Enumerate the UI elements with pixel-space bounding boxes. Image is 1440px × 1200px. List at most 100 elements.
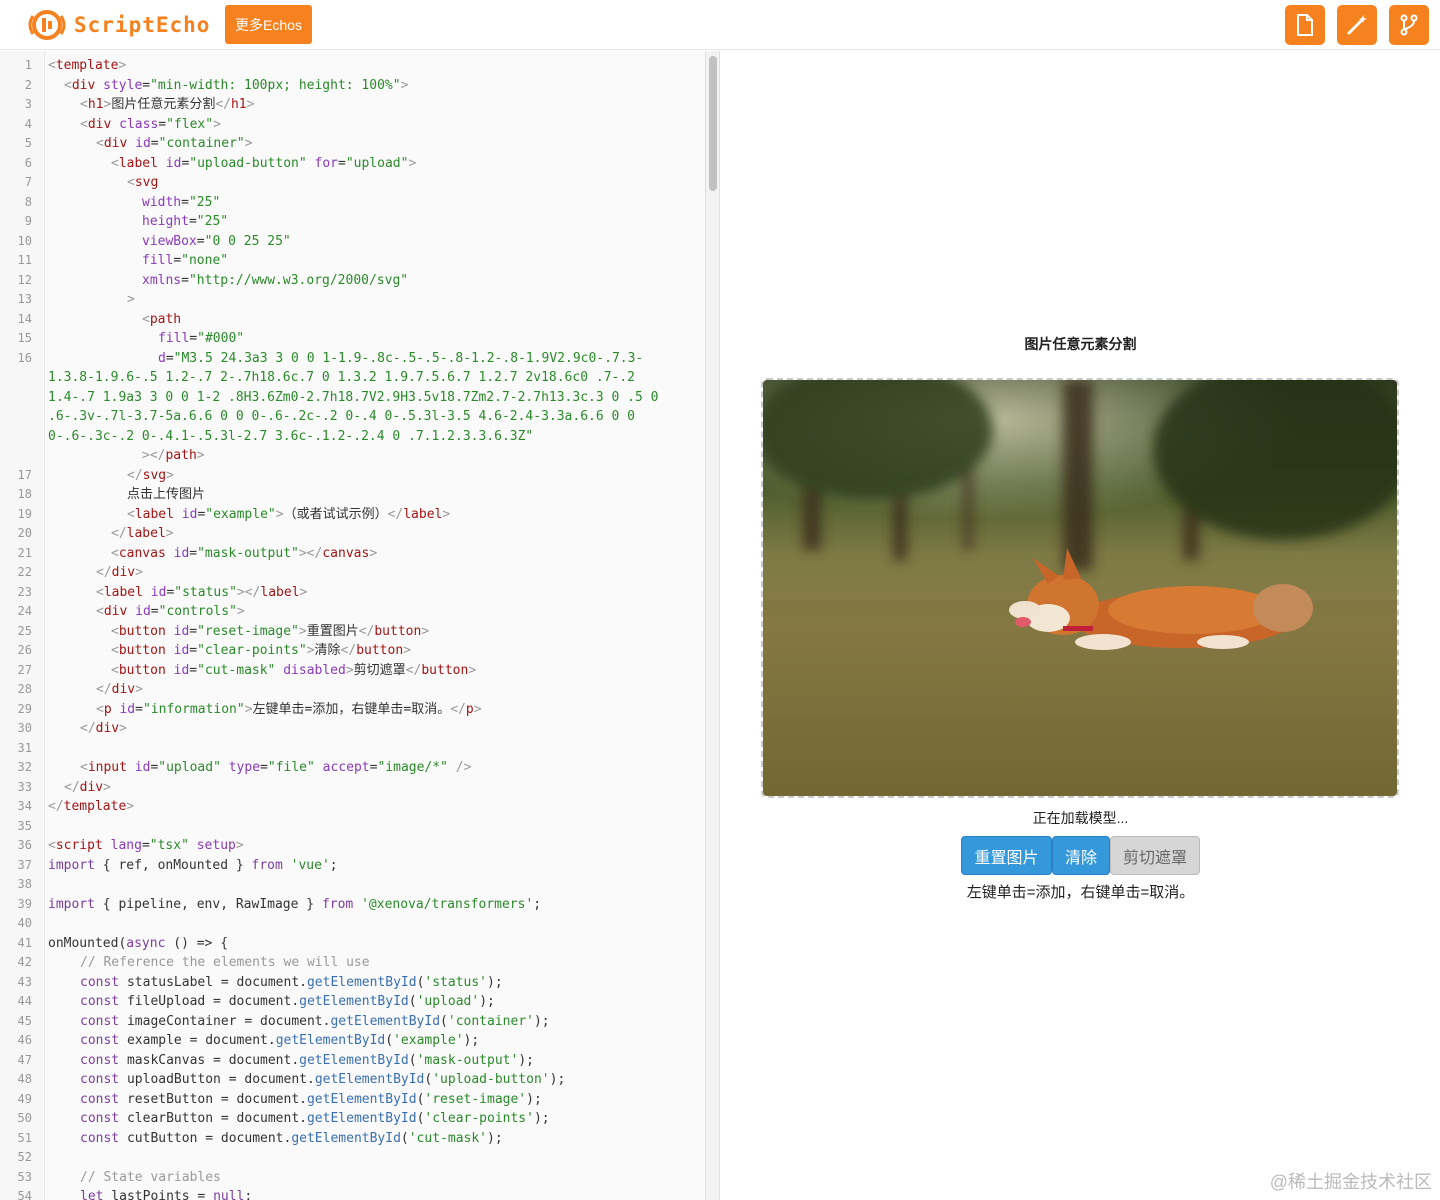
code-line: <path xyxy=(142,311,182,327)
line-number: 45 xyxy=(17,1013,32,1028)
line-number: 46 xyxy=(17,1033,32,1047)
line-number: 12 xyxy=(17,272,32,287)
image-container[interactable] xyxy=(761,378,1399,798)
line-number: 10 xyxy=(17,233,32,248)
file-button[interactable] xyxy=(1285,5,1325,45)
line-number: 51 xyxy=(17,1130,32,1145)
code-line: fill="none" xyxy=(142,253,229,268)
line-number: 35 xyxy=(17,818,32,833)
line-number: 28 xyxy=(17,682,32,696)
line-number-gutter: 1 2 3 4 5 6 7 8 9 10 11 12 13 14 15 16 17 18 19 20 21 22 23 24 2… xyxy=(0,51,44,1200)
line-number: 11 xyxy=(17,253,32,267)
line-number: 14 xyxy=(17,311,32,326)
line-number: 22 xyxy=(17,565,32,579)
line-number: 15 xyxy=(17,331,32,345)
branch-button[interactable] xyxy=(1389,5,1429,45)
line-number: 49 xyxy=(17,1091,32,1106)
line-number: 4 xyxy=(24,116,32,131)
code-line: const statusLabel = document.getElementB… xyxy=(80,974,503,990)
code-line: const fileUpload = document.getElementBy… xyxy=(80,994,495,1009)
line-number: 48 xyxy=(17,1072,32,1086)
line-number: 44 xyxy=(17,994,32,1008)
line-number: 6 xyxy=(24,155,32,170)
line-number: 1 xyxy=(24,58,32,72)
code-line: </template> xyxy=(48,799,135,814)
line-number: 34 xyxy=(17,799,32,813)
line-number: 39 xyxy=(17,896,32,911)
code-area[interactable]: <template> <div style="min-width: 100px;… xyxy=(44,51,705,1200)
line-number: 50 xyxy=(17,1111,32,1125)
code-line: </div> xyxy=(80,721,127,736)
code-line: d="M3.5 24.3a3 3 0 0 1-1.9-.8c-.5-.5-.8-… xyxy=(158,350,644,366)
code-line: import { pipeline, env, RawImage } from … xyxy=(48,896,542,912)
code-line: const imageContainer = document.getEleme… xyxy=(80,1013,550,1029)
code-line: height="25" xyxy=(142,214,229,229)
line-number: 43 xyxy=(17,974,32,989)
line-number: 38 xyxy=(17,877,32,891)
line-number: 37 xyxy=(17,857,32,872)
preview-title: 图片任意元素分割 xyxy=(1024,336,1137,352)
code-line: onMounted(async () => { xyxy=(48,935,229,951)
code-line: const example = document.getElementById(… xyxy=(80,1033,480,1048)
line-number xyxy=(0,446,32,466)
cut-mask-button[interactable]: 剪切遮罩 xyxy=(1110,836,1200,875)
line-number xyxy=(0,407,32,427)
code-editor[interactable]: 1 2 3 4 5 6 7 8 9 10 11 12 13 14 15 16 17 18 19 20 21 22 23 24 2… xyxy=(0,51,706,1200)
code-line: <h1>图片任意元素分割</h1> xyxy=(80,97,255,112)
code-line: <template> xyxy=(48,58,127,73)
top-header: ScriptEcho 更多Echos xyxy=(0,0,1440,50)
code-line: <div class="flex"> xyxy=(80,116,221,132)
code-line: 点击上传图片 xyxy=(127,487,206,502)
line-number xyxy=(0,388,32,408)
line-number: 27 xyxy=(17,662,32,677)
logo[interactable]: ScriptEcho xyxy=(28,6,210,44)
watermark: @稀土掘金技术社区 xyxy=(1269,1172,1432,1192)
logo-text: ScriptEcho xyxy=(74,13,211,37)
code-line: 1.4-.7 1.9a3 3 0 0 1-2 .8H3.6Zm0-2.7h18.… xyxy=(48,389,659,405)
editor-scrollbar-thumb[interactable] xyxy=(709,56,717,191)
line-number: 21 xyxy=(17,545,32,560)
line-number: 53 xyxy=(17,1169,32,1184)
code-line: const maskCanvas = document.getElementBy… xyxy=(80,1052,534,1068)
code-line: fill="#000" xyxy=(158,331,245,346)
corgi-photo[interactable] xyxy=(763,380,1397,796)
line-number: 32 xyxy=(17,760,32,774)
line-number xyxy=(0,427,32,447)
status-label: 正在加载模型... xyxy=(1032,810,1129,826)
reset-image-button[interactable]: 重置图片 xyxy=(961,836,1052,875)
code-line: const resetButton = document.getElementB… xyxy=(80,1091,542,1107)
code-line: <label id="status"></label> xyxy=(96,584,308,600)
code-line: <button id="clear-points">清除</button> xyxy=(111,643,411,658)
code-line: const uploadButton = document.getElement… xyxy=(80,1072,566,1087)
line-number: 5 xyxy=(24,136,32,150)
code-line: </svg> xyxy=(127,467,174,483)
line-number: 33 xyxy=(17,779,32,794)
code-line: </div> xyxy=(96,682,143,697)
code-line: <button id="cut-mask" disabled>剪切遮罩</but… xyxy=(111,662,477,678)
code-line: <script lang="tsx" setup> xyxy=(48,838,244,853)
line-number xyxy=(0,368,32,388)
magic-button[interactable] xyxy=(1337,5,1377,45)
line-number: 20 xyxy=(17,526,32,540)
more-echos-button[interactable]: 更多Echos xyxy=(225,5,312,44)
line-number: 29 xyxy=(17,701,32,716)
line-number: 23 xyxy=(17,584,32,599)
editor-scrollbar[interactable] xyxy=(706,51,720,1200)
information-text: 左键单击=添加，右键单击=取消。 xyxy=(966,884,1195,901)
code-line: <label id="upload-button" for="upload"> xyxy=(111,155,417,171)
code-line: <svg xyxy=(127,175,159,190)
line-number: 30 xyxy=(17,721,32,735)
line-number: 52 xyxy=(17,1150,32,1164)
line-number: 18 xyxy=(17,487,32,501)
code-line: 1.3.8-1.9.6-.5 1.2-.7 2-.7h18.6c.7 0 1.3… xyxy=(48,370,635,385)
code-line: </div> xyxy=(64,779,111,795)
line-number: 16 xyxy=(17,350,32,365)
code-line: </div> xyxy=(96,565,143,580)
code-line: let lastPoints = null; xyxy=(80,1189,253,1200)
line-number: 42 xyxy=(17,955,32,969)
clear-points-button[interactable]: 清除 xyxy=(1052,836,1110,875)
code-line: // Reference the elements we will use xyxy=(80,955,370,970)
code-line: <canvas id="mask-output"></canvas> xyxy=(111,545,378,561)
line-number: 7 xyxy=(24,175,32,189)
branch-icon xyxy=(1400,14,1418,36)
